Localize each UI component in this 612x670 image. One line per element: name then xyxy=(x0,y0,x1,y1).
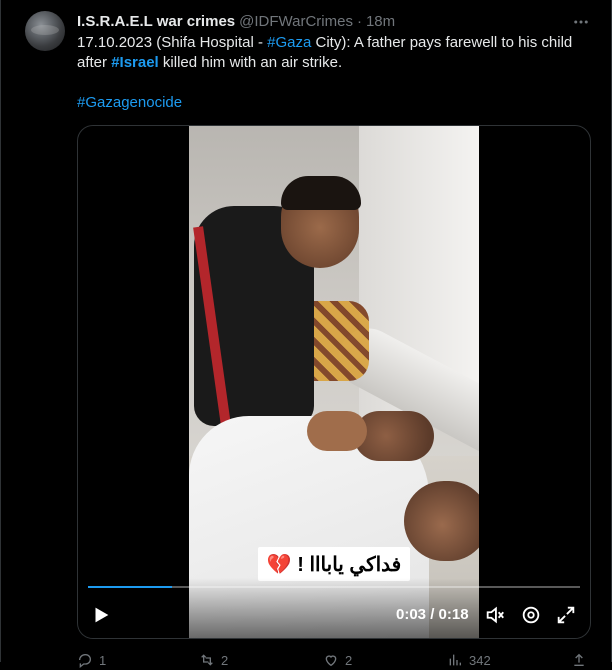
hashtag-gazagenocide[interactable]: #Gazagenocide xyxy=(77,94,182,111)
share-icon xyxy=(574,653,584,666)
video-scene-hand xyxy=(307,411,367,451)
display-name[interactable]: I.S.R.A.E.L war crimes xyxy=(77,13,235,30)
hashtag-gaza[interactable]: #Gaza xyxy=(267,34,311,51)
text-part-1: 17.10.2023 (Shifa Hospital - xyxy=(77,34,268,51)
repost-count: 2 xyxy=(221,652,229,668)
video-progress-bar[interactable] xyxy=(88,586,580,588)
settings-icon xyxy=(522,606,540,624)
video-player[interactable]: فداكي يابااا ! 💔 0:03 / 0:18 xyxy=(77,125,591,639)
tweet-header: I.S.R.A.E.L war crimes @IDFWarCrimes · 1… xyxy=(77,11,395,31)
reply-icon xyxy=(79,654,91,668)
repost-button[interactable]: 2 xyxy=(199,650,323,670)
video-scene-child-2 xyxy=(404,481,479,561)
fullscreen-icon xyxy=(557,606,575,624)
tweet-text: 17.10.2023 (Shifa Hospital - #Gaza City)… xyxy=(77,33,597,113)
time-current: 0:03 xyxy=(396,606,427,623)
play-icon xyxy=(95,607,109,623)
hashtag-israel[interactable]: #Israel xyxy=(111,54,159,71)
views-icon xyxy=(449,654,461,666)
more-icon xyxy=(574,20,588,24)
tweet[interactable]: I.S.R.A.E.L war crimes @IDFWarCrimes · 1… xyxy=(0,0,612,668)
handle[interactable]: @IDFWarCrimes xyxy=(239,13,353,30)
volume-button[interactable] xyxy=(484,604,508,628)
settings-button[interactable] xyxy=(520,604,544,628)
volume-icon xyxy=(486,606,504,624)
more-button[interactable] xyxy=(567,8,595,36)
text-part-3: killed him with an air strike. xyxy=(158,54,343,71)
tweet-actions: 1 2 2 342 xyxy=(77,650,597,670)
avatar[interactable] xyxy=(25,11,65,51)
share-button[interactable] xyxy=(571,650,587,670)
views-count: 342 xyxy=(469,652,491,668)
reply-button[interactable]: 1 xyxy=(77,650,199,670)
like-button[interactable]: 2 xyxy=(323,650,447,670)
like-icon xyxy=(325,655,337,667)
fullscreen-button[interactable] xyxy=(555,604,579,628)
video-scene-hair xyxy=(281,176,361,210)
reply-count: 1 xyxy=(99,652,107,668)
repost-icon xyxy=(201,654,213,666)
views-button[interactable]: 342 xyxy=(447,650,571,670)
play-button[interactable] xyxy=(90,604,114,628)
time-total: 0:18 xyxy=(438,606,469,623)
time-separator: / xyxy=(426,606,439,623)
like-count: 2 xyxy=(345,652,353,668)
video-timecode: 0:03 / 0:18 xyxy=(396,606,469,623)
separator-dot: · xyxy=(356,12,362,30)
video-progress-fill xyxy=(88,586,172,588)
video-caption: فداكي يابااا ! 💔 xyxy=(258,547,410,581)
timestamp[interactable]: 18m xyxy=(366,13,395,30)
